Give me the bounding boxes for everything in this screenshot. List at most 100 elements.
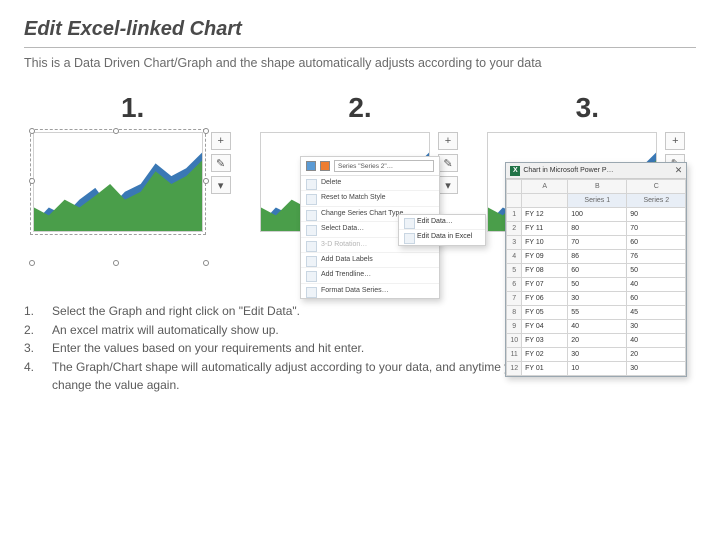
row-header[interactable]: 1 — [507, 208, 522, 222]
row-header[interactable]: 11 — [507, 348, 522, 362]
outline-swatch-icon[interactable] — [320, 161, 330, 171]
resize-handle[interactable] — [29, 128, 35, 134]
data-cell[interactable]: 70 — [627, 222, 686, 236]
series-2-header[interactable]: Series 2 — [627, 194, 686, 208]
data-cell[interactable]: FY 10 — [522, 236, 568, 250]
data-cell[interactable]: 20 — [627, 348, 686, 362]
data-cell[interactable]: FY 07 — [522, 278, 568, 292]
row-header[interactable] — [507, 194, 522, 208]
data-cell[interactable]: 40 — [568, 320, 627, 334]
row-header[interactable]: 4 — [507, 250, 522, 264]
table-row: 6FY 075040 — [507, 278, 686, 292]
data-cell[interactable]: FY 11 — [522, 222, 568, 236]
menu-item-reset-style[interactable]: Reset to Match Style — [301, 191, 439, 206]
data-cell[interactable]: FY 08 — [522, 264, 568, 278]
col-letter-row: A B C — [507, 180, 686, 194]
data-cell[interactable]: FY 03 — [522, 334, 568, 348]
data-cell[interactable]: 70 — [568, 236, 627, 250]
row-header[interactable]: 3 — [507, 236, 522, 250]
brush-icon[interactable]: ✎ — [211, 154, 231, 172]
data-cell[interactable]: 30 — [627, 362, 686, 376]
data-cell[interactable]: 40 — [627, 278, 686, 292]
funnel-icon[interactable]: ▾ — [438, 176, 458, 194]
page-title: Edit Excel-linked Chart — [24, 18, 696, 41]
menu-item-add-data-labels[interactable]: Add Data Labels — [301, 253, 439, 268]
data-cell[interactable]: 40 — [627, 334, 686, 348]
close-icon[interactable]: ✕ — [675, 165, 683, 176]
data-cell[interactable]: 20 — [568, 334, 627, 348]
table-row: 5FY 086050 — [507, 264, 686, 278]
resize-handle[interactable] — [113, 128, 119, 134]
data-cell[interactable]: 60 — [627, 236, 686, 250]
chart-selected[interactable] — [33, 132, 203, 232]
row-header[interactable]: 5 — [507, 264, 522, 278]
data-cell[interactable]: 50 — [568, 278, 627, 292]
corner-cell[interactable] — [507, 180, 522, 194]
table-row: 11FY 023020 — [507, 348, 686, 362]
data-cell[interactable]: FY 02 — [522, 348, 568, 362]
data-cell[interactable]: 45 — [627, 306, 686, 320]
data-cell[interactable]: 80 — [568, 222, 627, 236]
row-header[interactable]: 9 — [507, 320, 522, 334]
row-header[interactable]: 10 — [507, 334, 522, 348]
instr-num: 4. — [24, 358, 34, 377]
row-header[interactable]: 8 — [507, 306, 522, 320]
data-cell[interactable]: FY 01 — [522, 362, 568, 376]
series-selector[interactable]: Series "Series 2"… — [334, 160, 434, 172]
data-cell[interactable]: 30 — [627, 320, 686, 334]
excel-titlebar: X Chart in Microsoft Power P… ✕ — [506, 163, 686, 179]
row-header[interactable]: 12 — [507, 362, 522, 376]
table-row: 4FY 098676 — [507, 250, 686, 264]
submenu-edit-data-in-excel[interactable]: Edit Data in Excel — [399, 230, 485, 244]
resize-handle[interactable] — [29, 178, 35, 184]
step-3: 3. + ✎ ▾ X Chart in Microsoft Power P… — [479, 92, 696, 262]
data-cell[interactable]: FY 06 — [522, 292, 568, 306]
category-header-cell[interactable] — [522, 194, 568, 208]
data-cell[interactable]: 55 — [568, 306, 627, 320]
menu-item-format-data-series[interactable]: Format Data Series… — [301, 284, 439, 298]
table-row: 10FY 032040 — [507, 334, 686, 348]
table-row: 12FY 011030 — [507, 362, 686, 376]
resize-handle[interactable] — [29, 260, 35, 266]
excel-popup: X Chart in Microsoft Power P… ✕ A B C — [505, 162, 687, 377]
brush-icon[interactable]: ✎ — [438, 154, 458, 172]
col-header[interactable]: C — [627, 180, 686, 194]
data-cell[interactable]: 90 — [627, 208, 686, 222]
plus-icon[interactable]: + — [665, 132, 685, 150]
data-cell[interactable]: 30 — [568, 292, 627, 306]
resize-handle[interactable] — [203, 178, 209, 184]
resize-handle[interactable] — [203, 128, 209, 134]
series-1-header[interactable]: Series 1 — [568, 194, 627, 208]
excel-window-title: Chart in Microsoft Power P… — [523, 167, 613, 174]
menu-item-add-trendline[interactable]: Add Trendline… — [301, 268, 439, 283]
context-submenu: Edit Data… Edit Data in Excel — [398, 214, 486, 246]
excel-grid[interactable]: A B C Series 1 Series 2 1FY 1210090 2FY 1… — [506, 179, 686, 376]
data-cell[interactable]: 76 — [627, 250, 686, 264]
data-cell[interactable]: 86 — [568, 250, 627, 264]
data-cell[interactable]: 10 — [568, 362, 627, 376]
row-header[interactable]: 6 — [507, 278, 522, 292]
data-cell[interactable]: FY 09 — [522, 250, 568, 264]
col-header[interactable]: A — [522, 180, 568, 194]
row-header[interactable]: 7 — [507, 292, 522, 306]
data-cell[interactable]: FY 04 — [522, 320, 568, 334]
fill-swatch-icon[interactable] — [306, 161, 316, 171]
submenu-edit-data[interactable]: Edit Data… — [399, 215, 485, 230]
data-cell[interactable]: 50 — [627, 264, 686, 278]
data-cell[interactable]: 100 — [568, 208, 627, 222]
col-header[interactable]: B — [568, 180, 627, 194]
data-cell[interactable]: 30 — [568, 348, 627, 362]
plus-icon[interactable]: + — [438, 132, 458, 150]
data-cell[interactable]: 60 — [627, 292, 686, 306]
resize-handle[interactable] — [203, 260, 209, 266]
data-cell[interactable]: 60 — [568, 264, 627, 278]
data-cell[interactable]: FY 05 — [522, 306, 568, 320]
step-1: 1. + ✎ ▾ — [24, 92, 241, 262]
menu-item-delete[interactable]: Delete — [301, 176, 439, 191]
data-cell[interactable]: FY 12 — [522, 208, 568, 222]
row-header[interactable]: 2 — [507, 222, 522, 236]
plus-icon[interactable]: + — [211, 132, 231, 150]
funnel-icon[interactable]: ▾ — [211, 176, 231, 194]
resize-handle[interactable] — [113, 260, 119, 266]
instr-line: Enter the values based on your requireme… — [52, 339, 562, 358]
